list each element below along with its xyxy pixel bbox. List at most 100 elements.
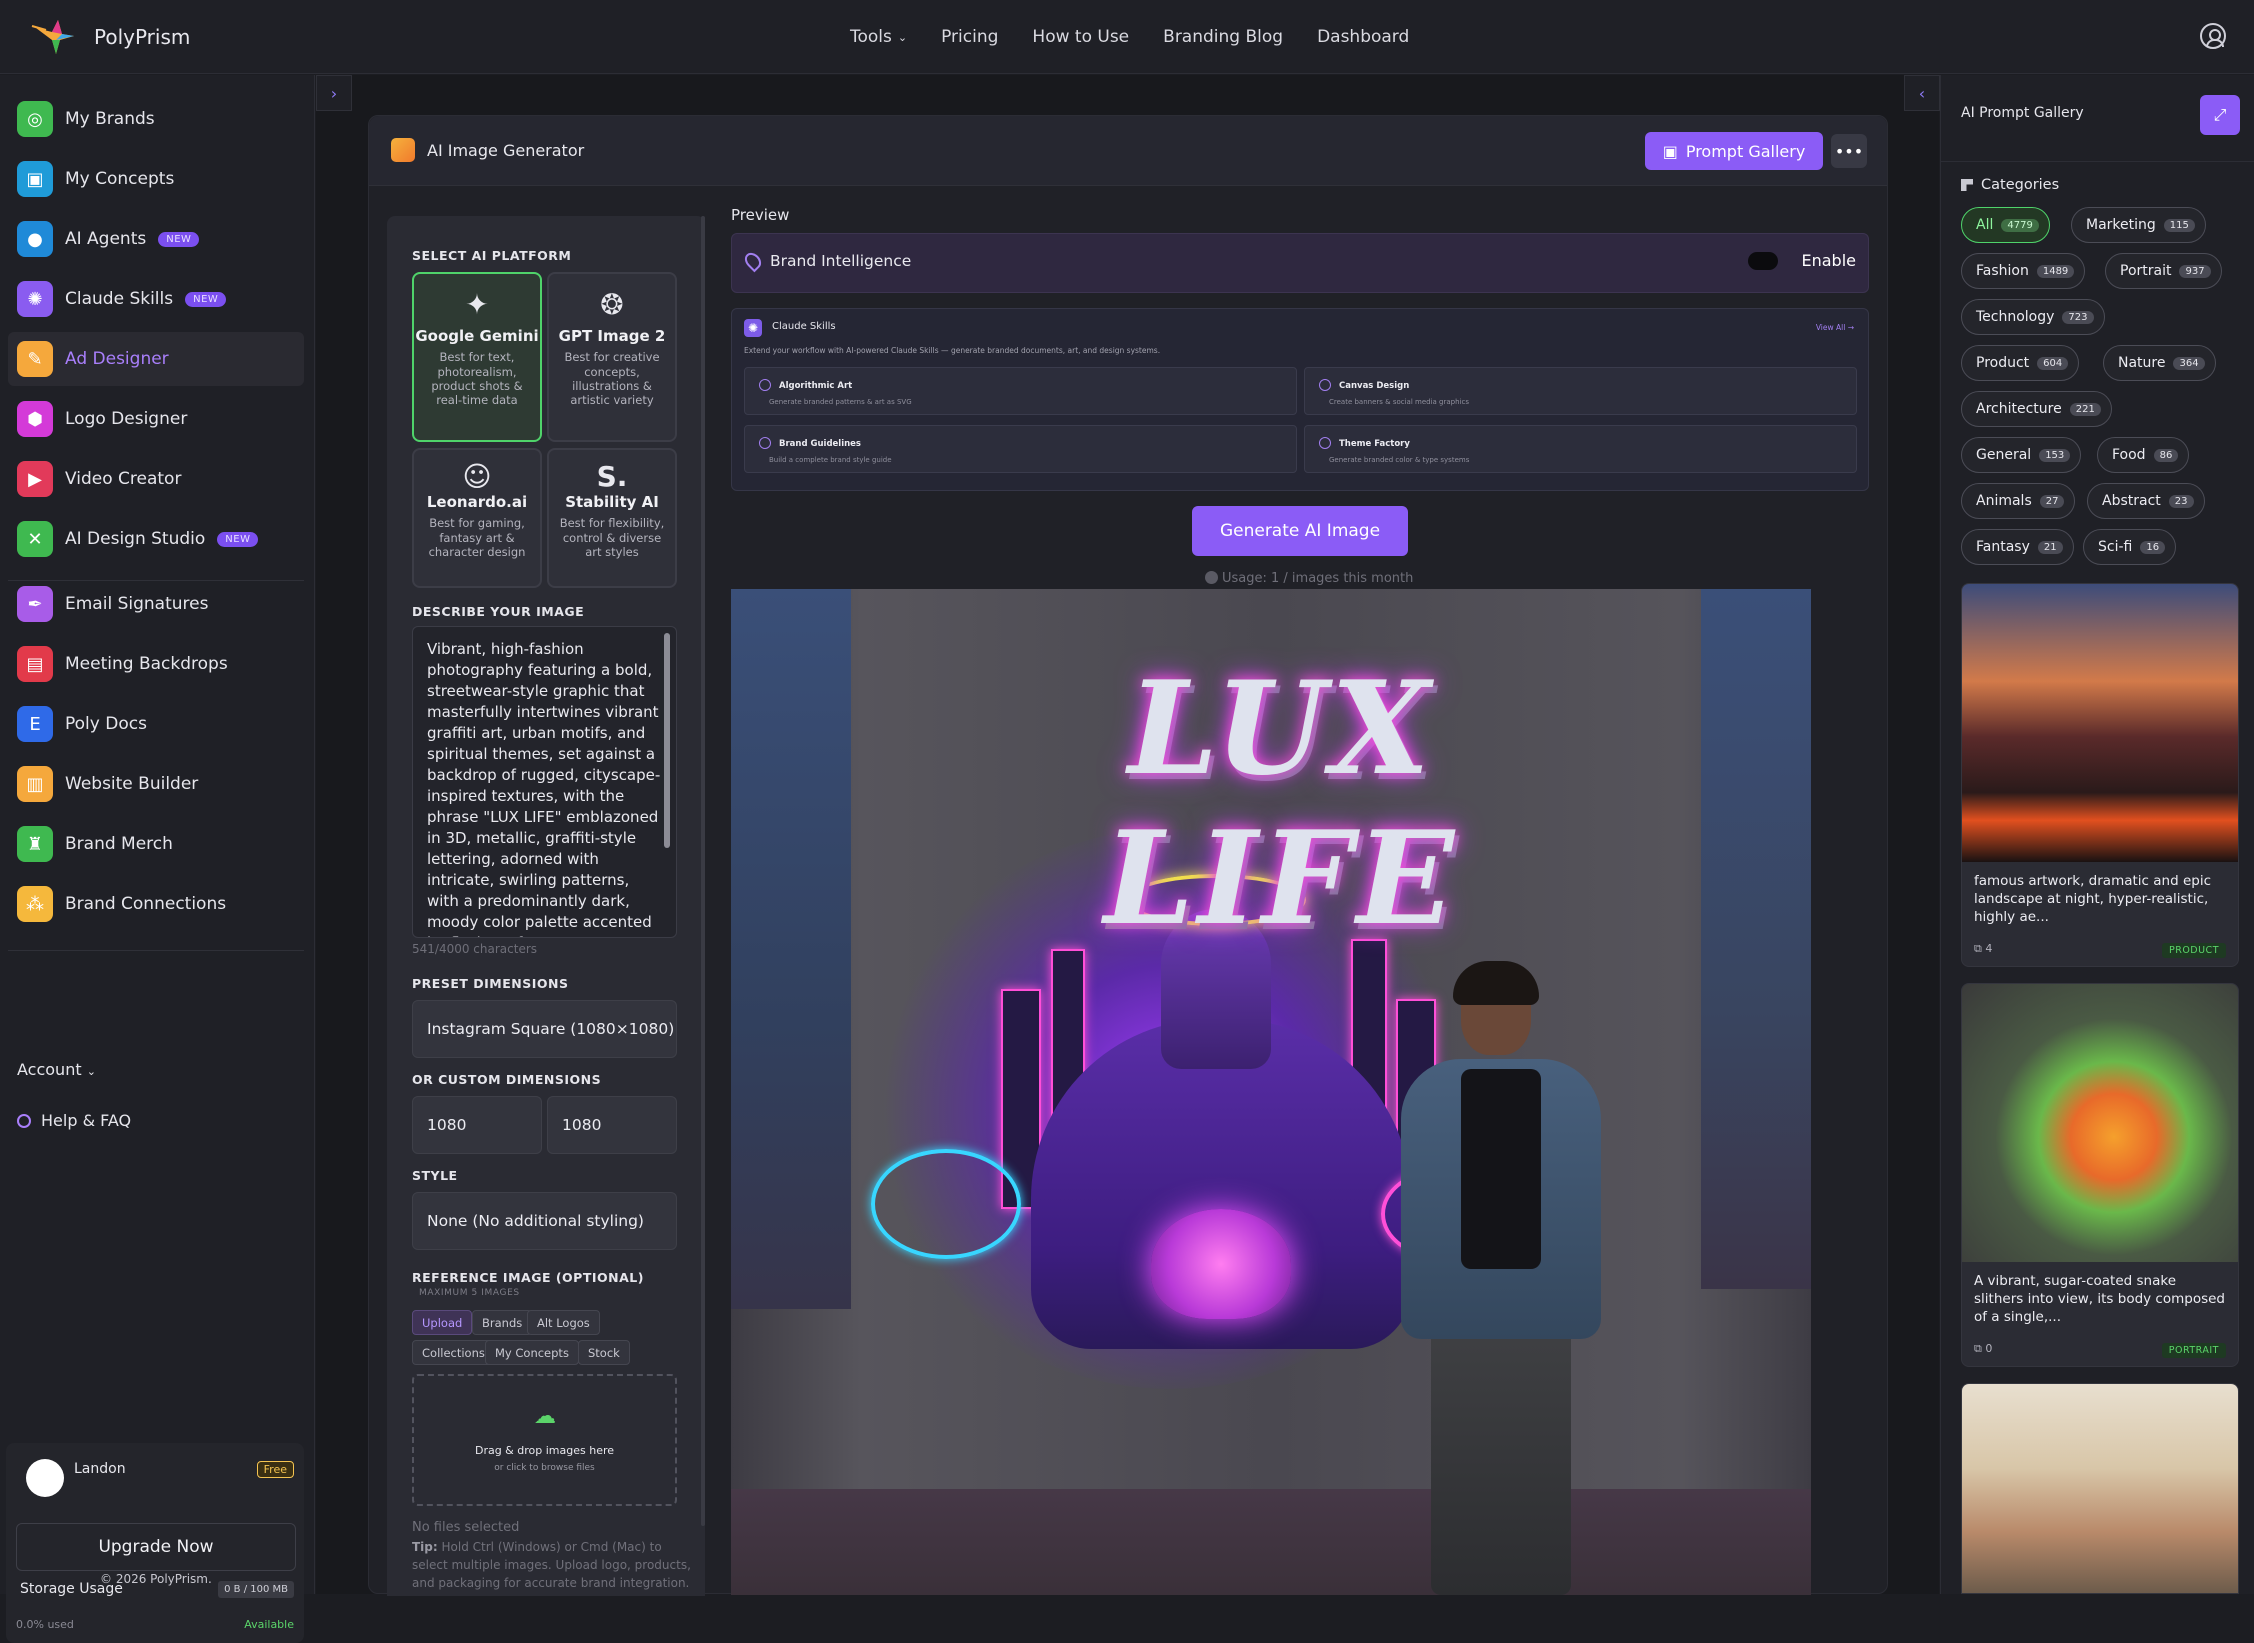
skill-algorithmic-art[interactable]: Algorithmic Art Generate branded patterns… [744, 367, 1297, 415]
height-input[interactable]: 1080 [547, 1096, 677, 1154]
sidebar-item-label: Email Signatures [65, 594, 209, 614]
ref-tab-stock[interactable]: Stock [578, 1340, 630, 1365]
style-label: STYLE [412, 1168, 458, 1183]
gallery-card[interactable]: famous artwork, dramatic and epic landsc… [1961, 583, 2239, 967]
platform-gpt-image-2[interactable]: ❂ GPT Image 2 Best for creative concepts… [547, 272, 677, 442]
claude-skills-icon: ✺ [744, 319, 762, 337]
prompt-text: Vibrant, high-fashion photography featur… [427, 640, 661, 937]
categories-heading: Categories [1961, 177, 2059, 193]
platform-stability-ai[interactable]: S. Stability AI Best for flexibility, co… [547, 448, 677, 588]
sidebar-item-brand-merch[interactable]: ♜ Brand Merch [8, 817, 304, 871]
generated-image[interactable]: LUX LIFE [731, 589, 1811, 1595]
storage-value: 0 B / 100 MB [218, 1581, 294, 1598]
sidebar-item-brand-connections[interactable]: ⁂ Brand Connections [8, 877, 304, 931]
brand-intelligence-toggle[interactable] [1748, 252, 1778, 270]
person-hoodie [1461, 1069, 1541, 1269]
divider [8, 950, 304, 951]
ground [731, 1489, 1811, 1595]
platform-google-gemini[interactable]: ✦ Google Gemini Best for text, photoreal… [412, 272, 542, 442]
nav-how-to-use[interactable]: How to Use [1032, 27, 1129, 47]
category-tag: PORTRAIT [2161, 1343, 2226, 1358]
nav-tools[interactable]: Tools ⌄ [850, 27, 907, 47]
gallery-card[interactable]: A vibrant, sugar-coated snake slithers i… [1961, 983, 2239, 1367]
sidebar-item-ad-designer[interactable]: ✎ Ad Designer [8, 332, 304, 386]
gallery-card-text: A vibrant, sugar-coated snake slithers i… [1974, 1273, 2226, 1325]
category-name: General [1976, 447, 2032, 463]
nav-dashboard[interactable]: Dashboard [1317, 27, 1409, 47]
more-options-button[interactable]: ••• [1831, 134, 1867, 168]
ref-tab-brands[interactable]: Brands [472, 1310, 533, 1335]
sidebar-item-poly-docs[interactable]: E Poly Docs [8, 697, 304, 751]
category-general[interactable]: General 153 [1961, 437, 2082, 473]
new-badge: NEW [158, 231, 200, 247]
sidebar-item-label: Poly Docs [65, 714, 147, 734]
category-portrait[interactable]: Portrait 937 [2105, 253, 2222, 289]
reference-image-label: REFERENCE IMAGE (OPTIONAL) [412, 1270, 644, 1285]
help-faq-link[interactable]: Help & FAQ [17, 1111, 131, 1130]
ref-tab-my-concepts[interactable]: My Concepts [485, 1340, 579, 1365]
sidebar-item-claude-skills[interactable]: ✺ Claude Skills NEW [8, 272, 304, 326]
category-technology[interactable]: Technology 723 [1961, 299, 2105, 335]
textarea-scrollbar[interactable] [664, 633, 670, 848]
category-name: Abstract [2102, 493, 2161, 509]
prompt-textarea[interactable]: Vibrant, high-fashion photography featur… [412, 626, 677, 938]
settings-scrollbar[interactable] [701, 216, 705, 1526]
category-food[interactable]: Food 86 [2097, 437, 2190, 473]
gallery-card-image [1962, 1384, 2238, 1593]
preset-dimensions-select[interactable]: Instagram Square (1080×1080) [412, 1000, 677, 1058]
style-select[interactable]: None (No additional styling) [412, 1192, 677, 1250]
sparkle-icon: ✺ [17, 281, 53, 317]
sidebar-item-meeting-backdrops[interactable]: ▤ Meeting Backdrops [8, 637, 304, 691]
category-marketing[interactable]: Marketing 115 [2071, 207, 2206, 243]
category-sci-fi[interactable]: Sci-fi 16 [2083, 529, 2177, 565]
expand-left-button[interactable]: › [316, 75, 352, 111]
nav-branding-blog[interactable]: Branding Blog [1163, 27, 1283, 47]
nav-pricing[interactable]: Pricing [941, 27, 998, 47]
custom-dimensions-label: OR CUSTOM DIMENSIONS [412, 1072, 602, 1087]
category-architecture[interactable]: Architecture 221 [1961, 391, 2112, 427]
fingerprint-icon: ◎ [17, 101, 53, 137]
sidebar-item-website-builder[interactable]: ▥ Website Builder [8, 757, 304, 811]
sidebar-item-my-brands[interactable]: ◎ My Brands [8, 92, 304, 146]
platform-leonardo-ai[interactable]: ☺ Leonardo.ai Best for gaming, fantasy a… [412, 448, 542, 588]
skill-canvas-design[interactable]: Canvas Design Create banners & social med… [1304, 367, 1857, 415]
category-fashion[interactable]: Fashion 1489 [1961, 253, 2086, 289]
upgrade-button[interactable]: Upgrade Now [16, 1523, 296, 1571]
category-count: 723 [2062, 310, 2094, 324]
view-all-link[interactable]: View All → [1816, 323, 1854, 332]
generate-ai-image-button[interactable]: Generate AI Image [1192, 506, 1408, 556]
brand-logo[interactable]: PolyPrism [28, 10, 190, 64]
category-animals[interactable]: Animals 27 [1961, 483, 2076, 519]
sidebar-item-logo-designer[interactable]: ⬢ Logo Designer [8, 392, 304, 446]
ref-tab-alt-logos[interactable]: Alt Logos [527, 1310, 600, 1335]
sidebar-item-ai-agents[interactable]: ● AI Agents NEW [8, 212, 304, 266]
category-nature[interactable]: Nature 364 [2103, 345, 2216, 381]
account-menu[interactable]: Account ⌄ [17, 1060, 96, 1079]
ref-tab-collections[interactable]: Collections [412, 1340, 495, 1365]
sidebar-item-email-signatures[interactable]: ✒ Email Signatures [8, 577, 304, 631]
avatar[interactable] [26, 1459, 64, 1497]
user-account-icon[interactable] [2200, 23, 2226, 49]
gallery-card[interactable] [1961, 1383, 2239, 1594]
image-dropzone[interactable]: ☁ Drag & drop images here or click to br… [412, 1374, 677, 1506]
sidebar-item-video-creator[interactable]: ▶ Video Creator [8, 452, 304, 506]
category-all[interactable]: All 4779 [1961, 207, 2050, 243]
sidebar-item-my-concepts[interactable]: ▣ My Concepts [8, 152, 304, 206]
collapse-right-button[interactable]: ‹ [1904, 75, 1940, 111]
skill-theme-factory[interactable]: Theme Factory Generate branded color & ty… [1304, 425, 1857, 473]
width-input[interactable]: 1080 [412, 1096, 542, 1154]
category-count: 937 [2179, 264, 2211, 278]
category-name: Fantasy [1976, 539, 2030, 555]
no-files-text: No files selected [412, 1520, 520, 1535]
tip-text: Hold Ctrl (Windows) or Cmd (Mac) to sele… [412, 1540, 691, 1590]
category-count: 221 [2069, 402, 2101, 416]
card-title: AI Image Generator [391, 138, 584, 162]
sidebar-item-ai-design-studio[interactable]: ✕ AI Design Studio NEW [8, 512, 304, 566]
category-product[interactable]: Product 604 [1961, 345, 2080, 381]
category-fantasy[interactable]: Fantasy 21 [1961, 529, 2074, 565]
prompt-gallery-button[interactable]: ▣ Prompt Gallery [1645, 132, 1823, 170]
category-abstract[interactable]: Abstract 23 [2087, 483, 2205, 519]
expand-gallery-button[interactable]: ⤢ [2200, 95, 2240, 135]
skill-brand-guidelines[interactable]: Brand Guidelines Build a complete brand s… [744, 425, 1297, 473]
ref-tab-upload[interactable]: Upload [412, 1310, 473, 1335]
